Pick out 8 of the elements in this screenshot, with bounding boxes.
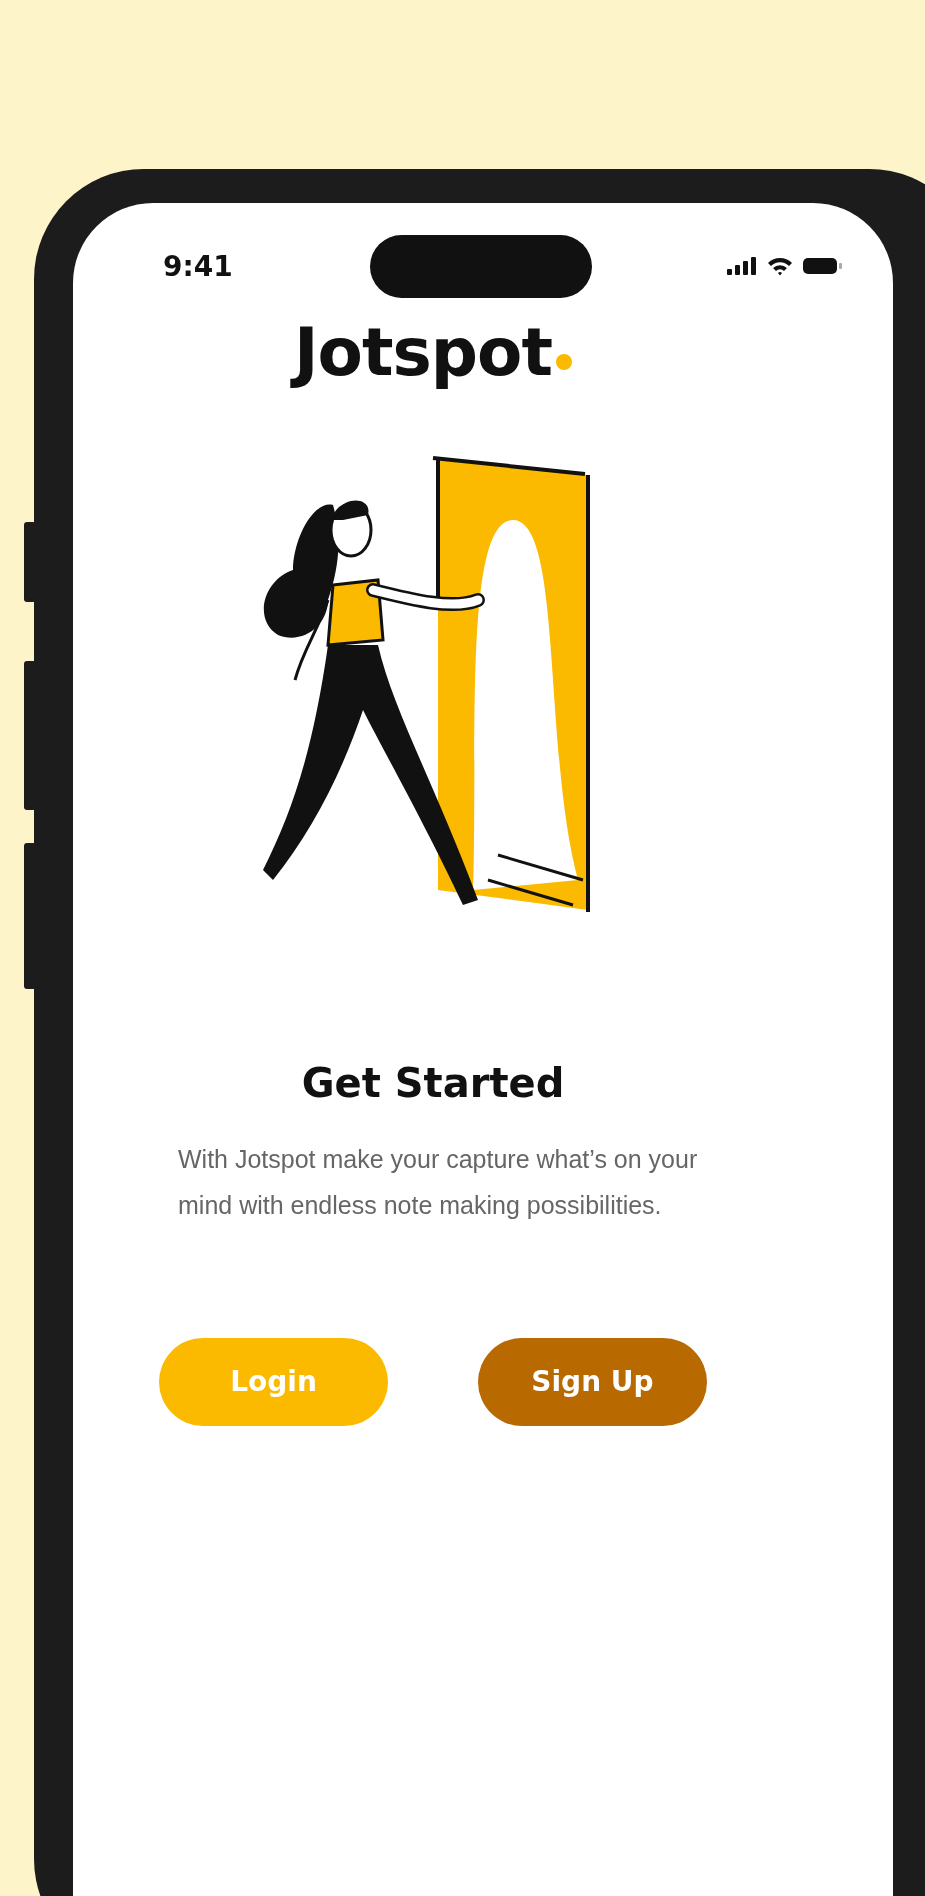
sign-up-button[interactable]: Sign Up	[478, 1337, 707, 1426]
logo-dot-icon	[555, 353, 572, 370]
signal-icon	[727, 257, 757, 275]
status-time: 9:41	[163, 249, 234, 283]
battery-icon	[803, 256, 843, 276]
description-text: With Jotspot make your capture what’s on your mind with endless note making possibilities.	[178, 1143, 698, 1221]
wifi-icon	[767, 256, 793, 276]
heading: Get Started	[301, 1059, 565, 1106]
